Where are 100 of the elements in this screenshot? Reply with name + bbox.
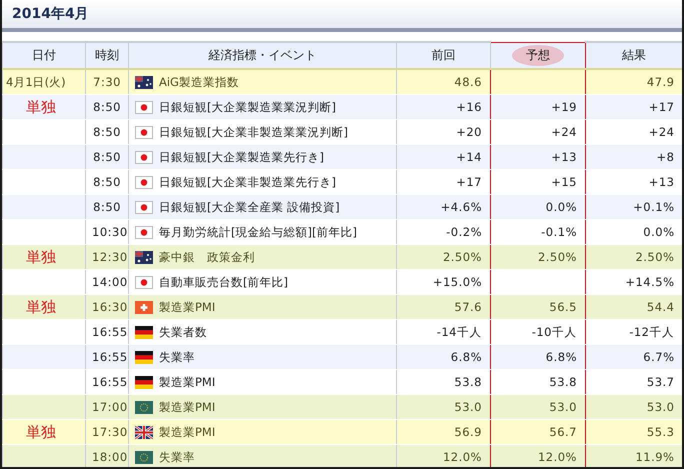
flag-icon	[135, 450, 153, 464]
event-name: 製造業PMI	[159, 424, 216, 440]
forecast-value: +19	[490, 94, 586, 120]
time-cell: 16:30	[86, 294, 128, 320]
forecast-value: +13	[490, 144, 586, 170]
result-value: 54.4	[586, 294, 682, 320]
time-cell: 8:50	[86, 120, 128, 144]
time-cell: 16:55	[86, 320, 128, 344]
previous-value: 53.8	[396, 370, 490, 394]
time-cell: 7:30	[86, 69, 128, 94]
previous-value: 57.6	[396, 294, 490, 320]
flag-icon	[135, 200, 153, 214]
date-cell: 4月1日(火)	[2, 69, 86, 94]
previous-value: 6.8%	[396, 344, 490, 370]
time-cell: 16:55	[86, 344, 128, 370]
flag-icon	[135, 326, 153, 338]
time-cell: 8:50	[86, 170, 128, 194]
result-value: 11.9%	[586, 444, 682, 467]
result-value: +0.1%	[586, 194, 682, 220]
circled-header-label: 予想	[512, 44, 564, 66]
previous-value: 2.50%	[396, 244, 490, 270]
flag-icon	[135, 226, 153, 238]
previous-value: 53.0	[396, 394, 490, 420]
event-name: 豪中銀 政策金利	[159, 250, 255, 264]
time-cell: 14:00	[86, 270, 128, 294]
event-name: 日銀短観[大企業非製造業業況判断]	[159, 124, 348, 140]
forecast-value: -0.1%	[490, 220, 586, 244]
event-name: 日銀短観[大企業全産業 設備投資]	[159, 200, 340, 214]
previous-value: +14	[396, 144, 490, 170]
time-cell: 12:30	[86, 244, 128, 270]
forecast-value: 56.5	[490, 294, 586, 320]
time-cell: 17:00	[86, 394, 128, 420]
event-name: 毎月勤労統計[現金給与総額][前年比]	[159, 224, 357, 240]
previous-value: +4.6%	[396, 194, 490, 220]
previous-value: +17	[396, 170, 490, 194]
event-name: 日銀短観[大企業製造業先行き]	[159, 150, 324, 164]
forecast-value: 56.7	[490, 420, 586, 444]
result-value: +17	[586, 94, 682, 120]
event-name: 失業者数	[159, 324, 207, 340]
column-header: 結果	[586, 42, 682, 69]
previous-value: +15.0%	[396, 270, 490, 294]
flag-icon	[135, 150, 153, 164]
annotation-label: 単独	[25, 298, 56, 316]
calendar-title: 2014年4月	[12, 5, 89, 23]
result-value: 2.50%	[586, 244, 682, 270]
time-cell: 8:50	[86, 94, 128, 120]
flag-icon	[135, 76, 153, 88]
flag-icon	[135, 350, 153, 364]
flag-icon	[135, 426, 153, 438]
result-value: +8	[586, 144, 682, 170]
forecast-value: -10千人	[490, 320, 586, 344]
event-name: 自動車販売台数[前年比]	[159, 274, 288, 290]
forecast-value: +15	[490, 170, 586, 194]
forecast-value: +24	[490, 120, 586, 144]
result-value: 53.0	[586, 394, 682, 420]
flag-icon	[135, 126, 153, 138]
event-name: 日銀短観[大企業非製造業先行き]	[159, 174, 336, 190]
forecast-value: 0.0%	[490, 194, 586, 220]
annotation-label: 単独	[25, 248, 56, 266]
event-name: 失業率	[159, 450, 195, 464]
previous-value: +20	[396, 120, 490, 144]
forecast-value: 53.0	[490, 394, 586, 420]
time-cell: 18:00	[86, 444, 128, 467]
previous-value: -14千人	[396, 320, 490, 344]
flag-icon	[135, 276, 153, 288]
column-header: 時刻	[86, 42, 128, 69]
result-value: 47.9	[586, 69, 682, 94]
previous-value: 56.9	[396, 420, 490, 444]
time-cell: 8:50	[86, 194, 128, 220]
previous-value: 48.6	[396, 69, 490, 94]
forecast-value: 2.50%	[490, 244, 586, 270]
time-cell: 17:30	[86, 420, 128, 444]
annotation-label: 単独	[25, 98, 56, 116]
forecast-value: 53.8	[490, 370, 586, 394]
previous-value: +16	[396, 94, 490, 120]
flag-icon	[135, 400, 153, 414]
flag-icon	[135, 176, 153, 188]
time-cell: 8:50	[86, 144, 128, 170]
column-header: 前回	[396, 42, 490, 69]
previous-value: -0.2%	[396, 220, 490, 244]
column-header: 日付	[2, 42, 86, 69]
annotation-label: 単独	[25, 422, 56, 442]
flag-icon	[135, 100, 153, 114]
result-value: 55.3	[586, 420, 682, 444]
event-name: 日銀短観[大企業製造業業況判断]	[159, 100, 336, 114]
time-cell: 10:30	[86, 220, 128, 244]
forecast-value: 12.0%	[490, 444, 586, 467]
previous-value: 12.0%	[396, 444, 490, 467]
event-name: AiG製造業指数	[159, 74, 239, 90]
flag-icon	[135, 250, 153, 264]
event-name: 製造業PMI	[159, 400, 216, 414]
event-name: 失業率	[159, 350, 195, 364]
time-cell: 16:55	[86, 370, 128, 394]
flag-icon	[135, 300, 153, 314]
result-value: 6.7%	[586, 344, 682, 370]
event-name: 製造業PMI	[159, 300, 216, 314]
forecast-value: 6.8%	[490, 344, 586, 370]
event-name: 製造業PMI	[159, 374, 216, 390]
column-header: 経済指標・イベント	[128, 42, 396, 69]
flag-icon	[135, 376, 153, 388]
